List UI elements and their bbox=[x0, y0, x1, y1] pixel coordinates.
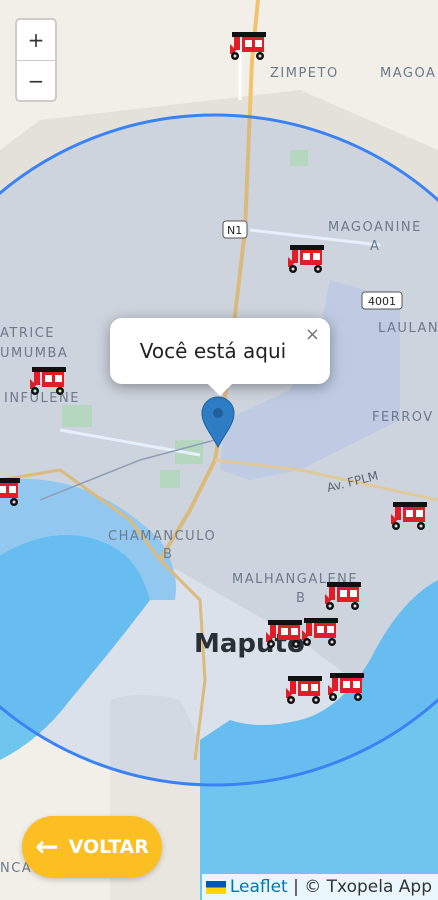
popup-text: Você está aqui bbox=[139, 339, 287, 363]
attribution: Leaflet | © Txopela App bbox=[201, 874, 438, 900]
ukraine-flag-icon bbox=[205, 880, 226, 894]
leaflet-link[interactable]: Leaflet bbox=[230, 877, 288, 897]
place-label: INFULENE bbox=[4, 391, 80, 406]
place-label: FERROV bbox=[372, 410, 434, 425]
zoom-control: + − bbox=[15, 18, 57, 102]
back-button[interactable]: ← VOLTAR bbox=[22, 816, 162, 878]
popup-tip bbox=[208, 384, 232, 396]
zoom-in-button[interactable]: + bbox=[17, 20, 55, 61]
back-button-label: VOLTAR bbox=[68, 836, 149, 858]
zoom-out-button[interactable]: − bbox=[17, 61, 55, 101]
road-shield-label: N1 bbox=[227, 224, 242, 237]
map-canvas[interactable]: ZIMPETO MAGOA MAGOANINE A LAULAN ATRICE … bbox=[0, 0, 438, 900]
place-label: B bbox=[163, 547, 173, 562]
place-label: CHAMANCULO bbox=[108, 529, 216, 544]
location-popup: Você está aqui × bbox=[110, 318, 330, 396]
place-label: B bbox=[296, 591, 306, 606]
arrow-left-icon: ← bbox=[35, 830, 59, 863]
attribution-separator: | bbox=[287, 877, 305, 897]
place-label: MAGOA bbox=[380, 66, 436, 81]
attribution-credit: © Txopela App bbox=[304, 877, 432, 897]
place-label: LAULAN bbox=[378, 321, 438, 336]
road-shield-label: 4001 bbox=[368, 295, 396, 308]
popup-close-button[interactable]: × bbox=[305, 324, 320, 345]
place-label: MAGOANINE bbox=[328, 220, 422, 235]
place-label: ATRICE bbox=[0, 326, 55, 341]
radius-circle bbox=[0, 113, 438, 787]
place-label: UMUMBA bbox=[0, 346, 68, 361]
place-label: ZIMPETO bbox=[270, 66, 339, 81]
place-label: A bbox=[370, 239, 380, 254]
